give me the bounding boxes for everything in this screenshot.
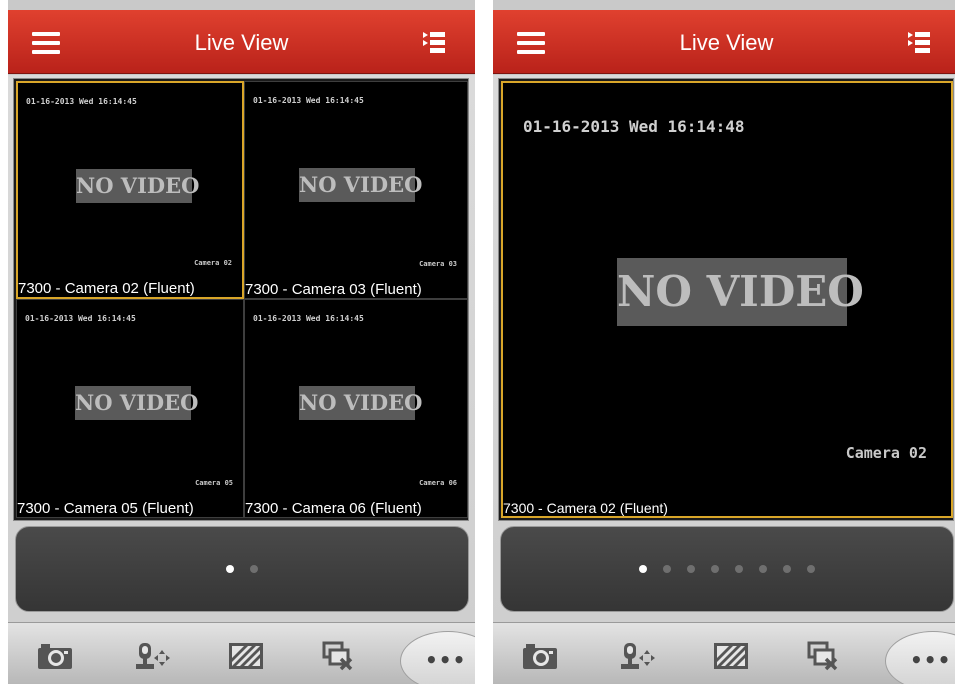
page-dot[interactable] (807, 565, 815, 573)
video-grid: 01-16-2013 Wed 16:14:45 NO VIDEO Camera … (13, 78, 469, 521)
page-dot[interactable] (735, 565, 743, 573)
page-dot[interactable] (639, 565, 647, 573)
page-indicator-panel[interactable] (15, 526, 469, 612)
osd-camera-name: Camera 02 (194, 259, 232, 267)
video-tile-camera-02[interactable]: 01-16-2013 Wed 16:14:48 NO VIDEO Camera … (501, 81, 953, 518)
more-label: ••• (910, 648, 952, 672)
device-list-icon[interactable] (423, 32, 445, 54)
osd-timestamp: 01-16-2013 Wed 16:14:45 (253, 314, 364, 323)
video-single: 01-16-2013 Wed 16:14:48 NO VIDEO Camera … (498, 78, 954, 521)
osd-timestamp: 01-16-2013 Wed 16:14:48 (523, 117, 745, 136)
video-tile-camera-06[interactable]: 01-16-2013 Wed 16:14:45 NO VIDEO Camera … (244, 299, 468, 518)
no-video-label: NO VIDEO (75, 386, 198, 420)
tile-caption: 7300 - Camera 03 (Fluent) (245, 281, 422, 298)
no-video-label: NO VIDEO (299, 168, 422, 202)
osd-timestamp: 01-16-2013 Wed 16:14:45 (26, 97, 137, 106)
image-quality-icon[interactable] (228, 641, 264, 671)
close-all-icon[interactable] (321, 641, 357, 671)
video-tile-camera-05[interactable]: 01-16-2013 Wed 16:14:45 NO VIDEO Camera … (16, 299, 244, 518)
tile-caption: 7300 - Camera 06 (Fluent) (245, 500, 422, 517)
osd-camera-name: Camera 03 (419, 260, 457, 268)
osd-camera-name: Camera 02 (845, 444, 927, 462)
no-video-label: NO VIDEO (76, 169, 199, 203)
navigation-bar: Live View (493, 10, 955, 74)
main-content: 01-16-2013 Wed 16:14:45 NO VIDEO Camera … (8, 75, 475, 622)
ptz-icon[interactable] (134, 641, 170, 671)
more-button[interactable]: ••• (400, 631, 475, 684)
camera-icon[interactable] (522, 641, 558, 671)
close-all-icon[interactable] (806, 641, 842, 671)
more-button[interactable]: ••• (885, 631, 955, 684)
tile-caption: 7300 - Camera 02 (Fluent) (18, 280, 195, 297)
more-label: ••• (425, 648, 467, 672)
osd-camera-name: Camera 05 (195, 479, 233, 487)
page-dot[interactable] (663, 565, 671, 573)
bottom-toolbar: ••• (493, 622, 955, 684)
page-dot[interactable] (759, 565, 767, 573)
tile-caption: 7300 - Camera 02 (Fluent) (503, 500, 668, 516)
page-dot[interactable] (783, 565, 791, 573)
osd-timestamp: 01-16-2013 Wed 16:14:45 (253, 96, 364, 105)
page-dots[interactable] (16, 565, 468, 573)
page-dot[interactable] (687, 565, 695, 573)
video-tile-camera-03[interactable]: 01-16-2013 Wed 16:14:45 NO VIDEO Camera … (244, 81, 468, 299)
page-dot[interactable] (250, 565, 258, 573)
image-quality-icon[interactable] (713, 641, 749, 671)
no-video-label: NO VIDEO (617, 258, 864, 326)
page-indicator-panel[interactable] (500, 526, 954, 612)
page-dots[interactable] (501, 565, 953, 573)
page-dot[interactable] (711, 565, 719, 573)
video-tile-camera-02[interactable]: 01-16-2013 Wed 16:14:45 NO VIDEO Camera … (16, 81, 244, 299)
page-dot[interactable] (226, 565, 234, 573)
ptz-icon[interactable] (619, 641, 655, 671)
bottom-toolbar: ••• (8, 622, 475, 684)
osd-timestamp: 01-16-2013 Wed 16:14:45 (25, 314, 136, 323)
navigation-bar: Live View (8, 10, 475, 74)
osd-camera-name: Camera 06 (419, 479, 457, 487)
page-title: Live View (194, 30, 289, 55)
tile-caption: 7300 - Camera 05 (Fluent) (17, 500, 194, 517)
camera-icon[interactable] (37, 641, 73, 671)
page-title: Live View (679, 30, 774, 55)
live-view-screen-single: Live View 01-16-2013 Wed 16:14:48 NO VID… (493, 0, 955, 684)
device-list-icon[interactable] (908, 32, 930, 54)
live-view-screen-quad: Live View 01-16-2013 Wed 16:14:45 NO VID… (8, 0, 475, 684)
no-video-label: NO VIDEO (299, 386, 422, 420)
main-content: 01-16-2013 Wed 16:14:48 NO VIDEO Camera … (493, 75, 955, 622)
